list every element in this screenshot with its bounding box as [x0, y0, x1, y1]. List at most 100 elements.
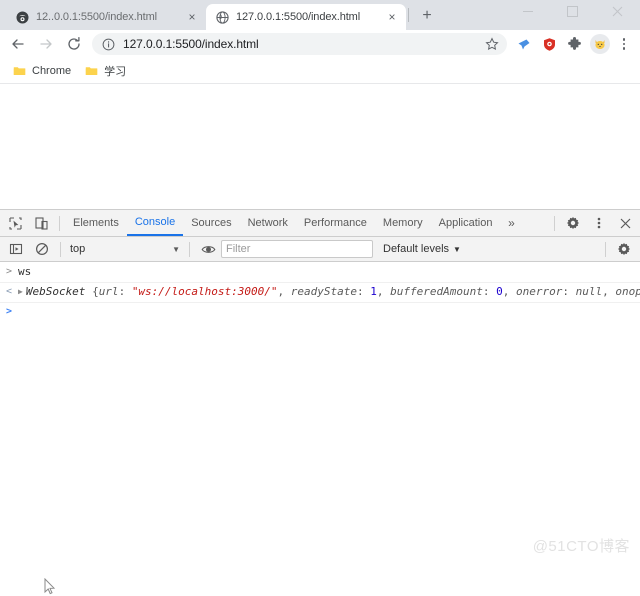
- devtools-tab-sources[interactable]: Sources: [183, 210, 239, 236]
- filterbar-divider-3: [605, 241, 606, 257]
- console-result-text: ▶ WebSocket {url: "ws://localhost:3000/",…: [18, 284, 640, 300]
- settings-gear-icon[interactable]: [560, 211, 586, 236]
- devtools-tab-network[interactable]: Network: [240, 210, 296, 236]
- menu-dot: [622, 47, 626, 50]
- globe-favicon: [215, 10, 229, 24]
- reload-button[interactable]: [60, 31, 88, 57]
- chevron-down-icon: ▼: [172, 244, 180, 254]
- back-button[interactable]: [4, 31, 32, 57]
- devtools-tab-label: Network: [247, 217, 288, 229]
- devtools-tab-console[interactable]: Console: [126, 210, 184, 236]
- extension-icons: [512, 32, 612, 56]
- new-tab-button[interactable]: +: [414, 3, 440, 29]
- shield-extension-icon[interactable]: [537, 32, 562, 56]
- devtools-tab-label: Application: [438, 217, 493, 229]
- chrome-menu-button[interactable]: [612, 32, 636, 56]
- filterbar-divider-2: [189, 241, 190, 257]
- window-controls: [505, 0, 640, 22]
- object-constructor-name: WebSocket: [25, 285, 86, 298]
- star-icon[interactable]: [483, 35, 501, 53]
- tab-divider: [408, 8, 409, 22]
- console-context-selector[interactable]: top ▼: [66, 240, 184, 259]
- devtools-tab-bar: Elements Console Sources Network Perform…: [0, 210, 640, 237]
- prop-value-readystate: 1: [370, 285, 377, 298]
- address-bar-url: 127.0.0.1:5500/index.html: [123, 37, 259, 51]
- prop-value-bufferedamount: 0: [496, 285, 503, 298]
- devtools-more-tabs-button[interactable]: »: [500, 211, 522, 236]
- console-output[interactable]: > ws < ▶ WebSocket {url: "ws://localhost:…: [0, 262, 640, 564]
- console-line-input[interactable]: > ws: [0, 263, 640, 283]
- console-context-value: top: [70, 243, 86, 255]
- console-prompt-icon: >: [5, 306, 13, 317]
- forward-button[interactable]: [32, 31, 60, 57]
- watermark: @51CTO博客: [532, 538, 630, 555]
- folder-icon: [84, 64, 98, 78]
- prop-key-url: url: [98, 285, 119, 298]
- open-brace: {: [92, 285, 99, 298]
- dark-circle-favicon: [15, 10, 29, 24]
- browser-tab-1-close-icon[interactable]: ×: [184, 9, 200, 25]
- console-filter-input[interactable]: [221, 240, 373, 258]
- bookmark-item-study[interactable]: 学习: [82, 61, 133, 81]
- browser-tab-2[interactable]: 127.0.0.1:5500/index.html ×: [206, 4, 406, 30]
- filterbar-right: [600, 237, 637, 262]
- profile-avatar[interactable]: [587, 32, 612, 56]
- browser-tab-2-close-icon[interactable]: ×: [384, 9, 400, 25]
- maximize-window-button[interactable]: [550, 0, 595, 22]
- devtools-tab-memory[interactable]: Memory: [375, 210, 431, 236]
- devtools-kebab-menu-icon[interactable]: [586, 211, 612, 236]
- menu-dot: [622, 42, 626, 46]
- devtools-tab-elements[interactable]: Elements: [65, 210, 127, 236]
- devtools-toolbar-divider: [59, 215, 60, 231]
- bookmark-label: 学习: [104, 65, 127, 78]
- console-input-text: ws: [18, 265, 32, 278]
- prop-value-onerror: null: [575, 285, 603, 298]
- live-expression-eye-icon[interactable]: [195, 237, 221, 262]
- device-toolbar-icon[interactable]: [28, 211, 54, 236]
- console-prompt-line[interactable]: >: [0, 303, 640, 322]
- puzzle-extensions-icon[interactable]: [562, 32, 587, 56]
- prop-key-onerror: onerror: [515, 285, 563, 298]
- expand-triangle-icon[interactable]: ▶: [18, 284, 23, 299]
- mouse-cursor: [44, 578, 56, 596]
- close-window-button[interactable]: [595, 0, 640, 22]
- avatar: [589, 34, 610, 54]
- browser-tab-1[interactable]: 12..0.0.1:5500/index.html ×: [6, 4, 206, 30]
- bookmark-item-chrome[interactable]: Chrome: [10, 61, 78, 81]
- folder-icon: [12, 64, 26, 78]
- clear-console-icon[interactable]: [29, 237, 55, 262]
- page-viewport[interactable]: [0, 84, 640, 210]
- devtools-right-divider: [554, 215, 555, 231]
- devtools-panel: Elements Console Sources Network Perform…: [0, 210, 640, 564]
- console-filter-bar: top ▼ Default levels ▼: [0, 237, 640, 262]
- address-bar[interactable]: 127.0.0.1:5500/index.html: [92, 33, 507, 55]
- browser-tab-1-title: 12..0.0.1:5500/index.html: [36, 11, 158, 23]
- devtools-tab-application[interactable]: Application: [431, 210, 501, 236]
- info-circle-icon[interactable]: [101, 37, 115, 51]
- tab-strip: 12..0.0.1:5500/index.html × 127.0.0.1:55…: [0, 0, 640, 30]
- bird-extension-icon[interactable]: [512, 32, 537, 56]
- devtools-tab-label: Performance: [303, 217, 367, 229]
- browser-tab-2-title: 127.0.0.1:5500/index.html: [236, 11, 361, 23]
- devtools-tab-label: Sources: [191, 217, 232, 229]
- console-output-gutter-icon: <: [5, 286, 13, 297]
- bookmarks-bar: Chrome 学习: [0, 58, 640, 84]
- console-log-levels-label: Default levels: [383, 243, 450, 255]
- prop-key-readystate: readyState: [290, 285, 357, 298]
- devtools-toolbar-right: [549, 211, 638, 236]
- inspect-element-icon[interactable]: [2, 211, 28, 236]
- prop-value-url: "ws://localhost:3000/": [131, 285, 278, 298]
- console-log-levels-dropdown[interactable]: Default levels ▼: [383, 243, 461, 255]
- console-settings-gear-icon[interactable]: [611, 237, 637, 262]
- close-devtools-icon[interactable]: [612, 211, 638, 236]
- devtools-tab-label: Memory: [382, 217, 423, 229]
- bookmark-label: Chrome: [32, 64, 72, 77]
- console-line-result[interactable]: < ▶ WebSocket {url: "ws://localhost:3000/…: [0, 283, 640, 303]
- filterbar-divider-1: [60, 241, 61, 257]
- devtools-tab-label: Console: [134, 216, 176, 228]
- devtools-tab-performance[interactable]: Performance: [296, 210, 375, 236]
- console-sidebar-icon[interactable]: [3, 237, 29, 262]
- minimize-window-button[interactable]: [505, 0, 550, 22]
- chevron-down-icon: ▼: [453, 244, 461, 254]
- console-input-gutter-icon: >: [5, 266, 13, 277]
